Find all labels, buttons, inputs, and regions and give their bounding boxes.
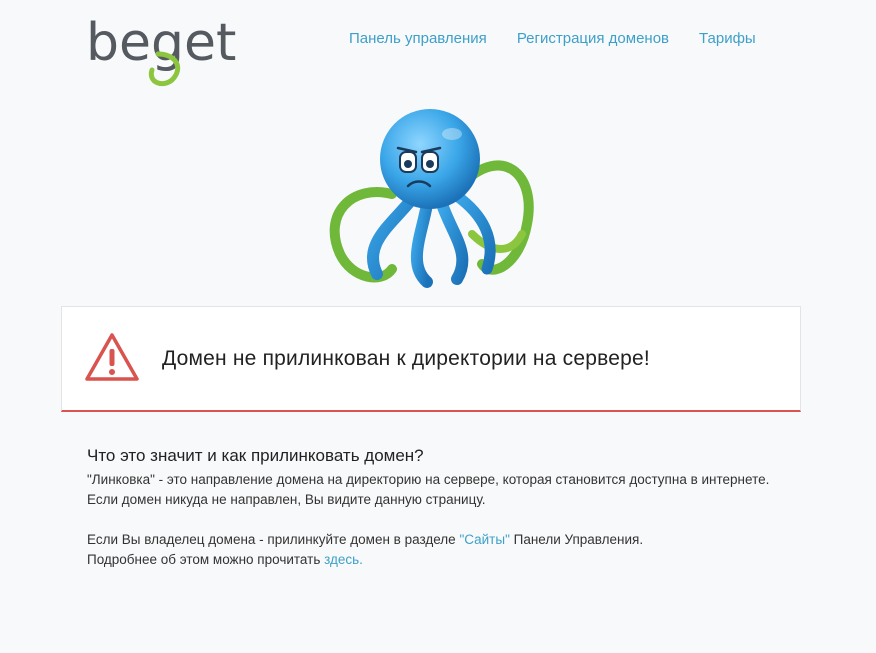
nav-control-panel[interactable]: Панель управления [349, 30, 487, 47]
info-paragraph-owner: Если Вы владелец домена - прилинкуйте до… [87, 530, 787, 570]
header: beget Панель управления Регистрация доме… [0, 0, 876, 90]
beget-logo[interactable]: beget [84, 10, 244, 88]
sites-link[interactable]: "Сайты" [459, 532, 509, 547]
error-alert: Домен не прилинкован к директории на сер… [61, 306, 801, 412]
info-section: Что это значит и как прилинковать домен?… [87, 446, 787, 570]
nav-tariffs[interactable]: Тарифы [699, 30, 756, 47]
owner-text-start: Если Вы владелец домена - прилинкуйте до… [87, 532, 460, 547]
owner-text-end: Панели Управления. [509, 532, 644, 547]
info-title: Что это значит и как прилинковать домен? [87, 446, 424, 465]
alert-message: Домен не прилинкован к директории на сер… [162, 347, 650, 370]
warning-triangle-icon [85, 333, 139, 381]
here-link[interactable]: здесь. [324, 552, 363, 567]
octopus-mascot [329, 109, 534, 288]
page: beget Панель управления Регистрация доме… [0, 0, 876, 653]
top-nav: Панель управления Регистрация доменов Та… [349, 30, 756, 47]
more-info-text: Подробнее об этом можно прочитать [87, 552, 325, 567]
nav-domain-registration[interactable]: Регистрация доменов [517, 30, 669, 47]
logo-text: beget [86, 13, 236, 73]
info-paragraph-linking: "Линковка" - это направление домена на д… [87, 472, 770, 507]
